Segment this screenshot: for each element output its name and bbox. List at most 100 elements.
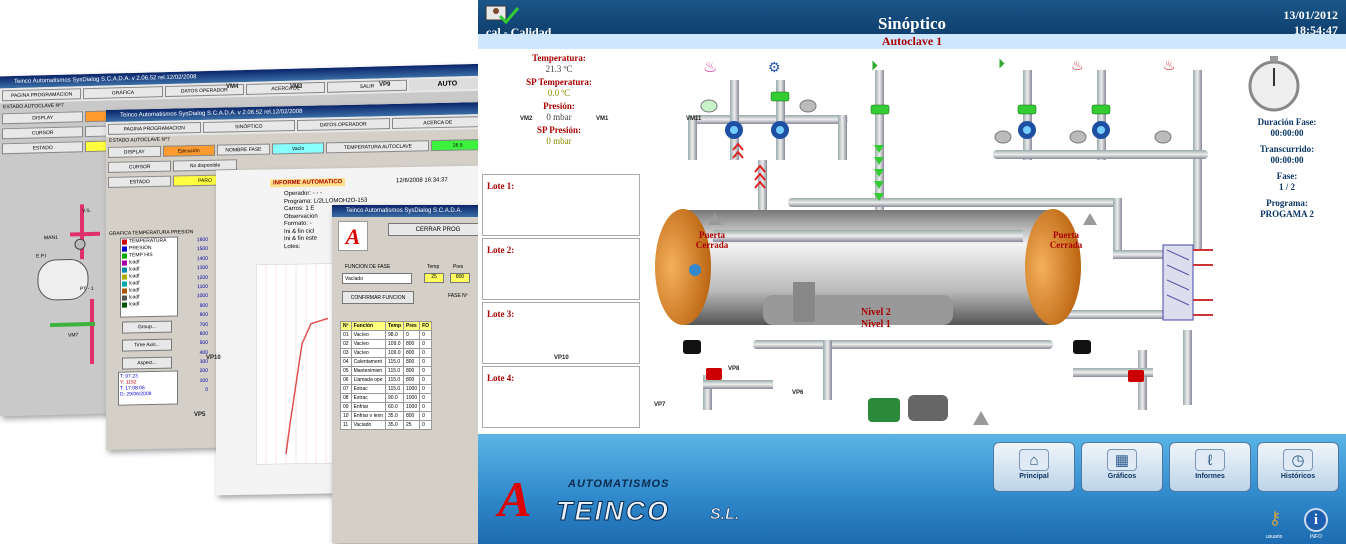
menu-datos-operador[interactable]: DATOS OPERADOR [297, 118, 390, 131]
func-select[interactable]: Vacíado [342, 273, 412, 284]
table-cell: 0 [419, 366, 433, 376]
table-row[interactable]: 08 Extrac 90.0 1000 0 [340, 393, 433, 403]
table-cell: 1000 [402, 393, 421, 403]
table-cell: 109.0 [385, 348, 404, 358]
y-tick: 0 [205, 387, 208, 394]
door-left-status: Puerta Cerrada [695, 230, 729, 250]
legend-swatch [122, 288, 127, 294]
cursor-label: CURSOR [108, 160, 172, 173]
menu-auto: AUTO [408, 77, 486, 91]
graficos-button[interactable]: ▦ Gráficos [1081, 442, 1163, 492]
valve-label-vm1: VM1 [596, 116, 609, 122]
pres-input[interactable]: 800 [450, 273, 470, 283]
column-header: Pres [402, 321, 421, 331]
menu-acerca-de[interactable]: ACERCA DE [245, 81, 326, 95]
table-row[interactable]: 11 Vaciado 35.0 25 0 [340, 420, 433, 430]
menu-sinoptico[interactable]: SINÓPTICO [202, 120, 295, 133]
window-title: Teinco Automatismos SysDialog S.C.A.D.A. [332, 205, 488, 217]
historicos-button[interactable]: ◷ Históricos [1257, 442, 1339, 492]
graph-option-button[interactable]: Time Axis... [122, 338, 172, 352]
valve-label-vm11: VM11 [686, 116, 702, 122]
y-tick: 100 [199, 377, 208, 384]
logo-mark: A [498, 471, 532, 527]
table-cell: 60.0 [385, 402, 404, 412]
lote-2-box[interactable]: Lote 2: [482, 238, 640, 300]
table-cell: 0 [419, 411, 433, 421]
report-icon: ℓ [1195, 449, 1225, 471]
y-tick: 400 [199, 349, 208, 356]
table-row[interactable]: 04 Calentament 115.0 800 0 [340, 357, 433, 367]
program-table: Nº Función Temp Pres FO 01 Vacíeo 98.0 0 0 02 Vacíe… [340, 321, 433, 430]
menu-acerca-de[interactable]: ACERCA DE [391, 116, 484, 129]
table-cell: Llamada ope [350, 375, 387, 385]
menu-programacion[interactable]: PAGINA PROGRAMACION [108, 122, 201, 135]
table-cell: 11 [340, 420, 352, 430]
table-row[interactable]: 01 Vacíeo 98.0 0 0 [340, 330, 433, 340]
principal-button[interactable]: ⌂ Principal [993, 442, 1075, 492]
confirm-button[interactable]: CONFIRMAR FUNCION [342, 291, 414, 304]
table-cell: 07 [340, 384, 352, 394]
lote-1-box[interactable]: Lote 1: [482, 174, 640, 236]
legend-swatch [122, 246, 127, 252]
report-header: INFORME AUTOMATICO [270, 178, 346, 188]
menu-programacion[interactable]: PAGINA PROGRAMACION [2, 88, 82, 102]
valve-vm4[interactable] [725, 121, 743, 139]
level-2-indicator: Nivel 2 [861, 307, 891, 318]
usuario-label: usuario [1266, 534, 1283, 540]
table-cell: 09 [340, 402, 352, 412]
user-key-icon[interactable]: ⚷ [1264, 508, 1286, 530]
info-label: INFO [1310, 534, 1322, 540]
table-cell: 06 [340, 375, 352, 385]
table-row[interactable]: 10 Enfriar v lenn 35.0 800 0 [340, 411, 433, 421]
table-cell: 03 [340, 348, 352, 358]
informes-button[interactable]: ℓ Informes [1169, 442, 1251, 492]
graph-option-button[interactable]: Aspect... [122, 356, 172, 370]
page-title: Sinóptico [877, 14, 947, 33]
table-cell: 800 [402, 411, 421, 421]
sp-temperature-label: SP Temperatura: [526, 77, 592, 87]
mini-diagram [37, 204, 100, 365]
table-cell: 115.0 [385, 384, 404, 394]
graph-option-button[interactable]: Group... [122, 320, 172, 334]
menu-salir[interactable]: SALIR [327, 79, 407, 93]
sp-pressure-value: 0 mbar [546, 136, 572, 146]
valve-vm2[interactable] [1018, 121, 1036, 139]
table-row[interactable]: 06 Llamada ope 115.0 800 0 [340, 375, 433, 385]
y-tick: 1000 [196, 293, 208, 300]
y-tick: 1100 [197, 283, 208, 291]
table-header: Nº Función Temp Pres FO [340, 321, 433, 331]
y-tick: 1200 [196, 274, 208, 281]
legend-swatch [122, 295, 127, 301]
table-row[interactable]: 05 Mantenimien 115.0 800 0 [340, 366, 433, 376]
table-cell: 800 [402, 366, 421, 376]
table-row[interactable]: 02 Vacíeo 109.0 800 0 [340, 339, 433, 349]
close-program-button[interactable]: CERRAR PROG [388, 223, 488, 236]
table-row[interactable]: 03 Vacíeo 109.0 800 0 [340, 348, 433, 358]
valve-label-vm2: VM2 [520, 116, 533, 122]
elapsed-label: Transcurrido: [1259, 144, 1315, 154]
table-cell: Extrac [350, 384, 387, 394]
valve-label-vp7: VP7 [654, 402, 666, 408]
table-cell: 98.0 [385, 330, 404, 340]
display-label: DISPLAY [2, 111, 84, 125]
table-cell: 0 [419, 420, 433, 430]
temp-input[interactable]: 25 [424, 273, 444, 283]
valve-vm3[interactable] [771, 121, 789, 139]
svg-text:⏵: ⏵ [871, 57, 878, 73]
table-cell: 25 [402, 420, 421, 430]
table-cell: 115.0 [385, 366, 404, 376]
lote-4-box[interactable]: Lote 4: [482, 366, 640, 428]
valve-vm1[interactable] [1092, 121, 1110, 139]
legend-swatch [122, 260, 127, 266]
column-header: Temp [385, 321, 404, 331]
label-vm7: VM7 [68, 332, 79, 339]
table-row[interactable]: 09 Enfriar 60.0 1000 0 [340, 402, 433, 412]
table-row[interactable]: 07 Extrac 115.0 1000 0 [340, 384, 433, 394]
table-cell: 0 [419, 384, 433, 394]
phase-value: 1 / 2 [1278, 182, 1295, 192]
info-icon[interactable]: i [1304, 508, 1328, 532]
table-cell: 0 [419, 393, 433, 403]
table-cell: 35.0 [385, 411, 404, 421]
table-cell: 90.0 [385, 393, 404, 403]
menu-grafica[interactable]: GRÁFICA [83, 86, 163, 100]
